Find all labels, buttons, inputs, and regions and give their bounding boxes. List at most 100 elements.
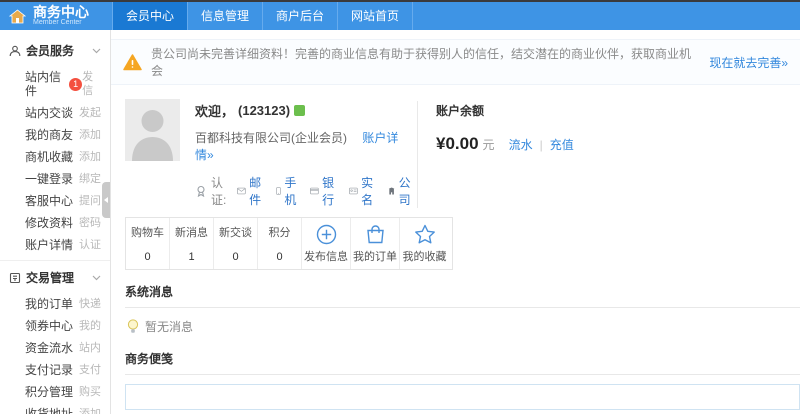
sidebar-item-orders[interactable]: 我的订单 快递 <box>0 293 110 315</box>
layout: 会员服务 站内信件 1 发信 站内交谈 发起 我的商友 添加 商机收藏 添加 一… <box>0 30 800 414</box>
sidebar-item-onekey-login[interactable]: 一键登录 绑定 <box>0 168 110 190</box>
sidebar-action-add-contact[interactable]: 添加 <box>79 128 101 142</box>
home-icon <box>9 8 26 24</box>
sidebar-action-start-chat[interactable]: 发起 <box>79 106 101 120</box>
top-nav: 会员中心 信息管理 商户后台 网站首页 <box>112 2 414 30</box>
sidebar-section-title: 交易管理 <box>26 271 75 285</box>
stat-cart[interactable]: 购物车 0 <box>126 218 170 269</box>
cert-item-phone: 手机 <box>276 174 299 208</box>
sidebar-item-funds-flow[interactable]: 资金流水 站内 <box>0 337 110 359</box>
sidebar-item-chat[interactable]: 站内交谈 发起 <box>0 102 110 124</box>
plus-circle-icon <box>316 224 336 244</box>
id-card-icon <box>349 187 359 195</box>
sidebar-action-ask[interactable]: 提问 <box>79 194 101 208</box>
sidebar-action-bind[interactable]: 绑定 <box>79 172 101 186</box>
logo[interactable]: 商务中心 Member Center <box>0 2 112 30</box>
sidebar-item-points[interactable]: 积分管理 购买 <box>0 381 110 403</box>
tab-member-center[interactable]: 会员中心 <box>112 2 189 30</box>
system-messages-section: 系统消息 暂无消息 <box>125 283 800 337</box>
stat-cart-value: 0 <box>144 251 151 263</box>
tab-merchant-backend[interactable]: 商户后台 <box>263 2 339 30</box>
welcome-prefix: 欢迎， <box>195 104 235 119</box>
sidebar-item-mail[interactable]: 站内信件 1 发信 <box>0 66 110 102</box>
cert-bank-link[interactable]: 银行 <box>322 174 338 208</box>
sidebar-section-trade-management[interactable]: 交易管理 <box>0 260 110 293</box>
stat-points[interactable]: 积分 0 <box>258 218 302 269</box>
sidebar-action-onsite[interactable]: 站内 <box>79 341 101 355</box>
system-messages-empty: 暂无消息 <box>125 308 800 337</box>
company-line: 百都科技有限公司(企业会员) 账户详情» <box>195 129 411 163</box>
stats-box: 购物车 0 新消息 1 新交谈 0 积分 0 发布信息 我的订单 我的收藏 <box>125 217 453 270</box>
warning-icon <box>123 53 142 71</box>
medal-icon <box>195 185 207 197</box>
stat-new-messages[interactable]: 新消息 1 <box>170 218 214 269</box>
clipboard-icon <box>9 272 21 284</box>
publish-info-button[interactable]: 发布信息 <box>302 218 351 269</box>
main-content: 贵公司尚未完善详细资料！完善的商业信息有助于获得别人的信任，结交潜在的商业伙伴，… <box>111 30 800 414</box>
app-root: 商务中心 Member Center 会员中心 信息管理 商户后台 网站首页 会… <box>0 0 800 414</box>
memo-section: 商务便笺 更 新 [可记录一些文字备忘，限5000字] <box>125 350 800 414</box>
memo-textarea[interactable] <box>125 384 800 410</box>
sidebar-item-account-detail[interactable]: 账户详情 认证 <box>0 234 110 256</box>
profile-info: 欢迎， (123123) 百都科技有限公司(企业会员) 账户详情» 认证: 邮件… <box>195 99 411 208</box>
my-favorites-button[interactable]: 我的收藏 <box>400 218 449 269</box>
sidebar-action-password[interactable]: 密码 <box>79 216 101 230</box>
funds-flow-link[interactable]: 流水 <box>509 136 533 153</box>
sidebar-action-mine[interactable]: 我的 <box>79 319 101 333</box>
profile-row: 欢迎， (123123) 百都科技有限公司(企业会员) 账户详情» 认证: 邮件… <box>111 85 800 208</box>
link-separator: | <box>539 138 543 152</box>
chevron-down-icon <box>92 275 101 281</box>
person-icon <box>9 45 21 57</box>
sidebar-section-title: 会员服务 <box>26 44 75 58</box>
my-orders-button[interactable]: 我的订单 <box>351 218 400 269</box>
tab-site-home[interactable]: 网站首页 <box>338 2 414 30</box>
sidebar-action-certify[interactable]: 认证 <box>79 238 101 252</box>
logo-title: 商务中心 <box>33 4 89 20</box>
tab-info-management[interactable]: 信息管理 <box>188 2 264 30</box>
sidebar-action-pay[interactable]: 支付 <box>79 363 101 377</box>
sidebar-item-payment-records[interactable]: 支付记录 支付 <box>0 359 110 381</box>
cert-realname-link[interactable]: 实名 <box>361 174 377 208</box>
recharge-link[interactable]: 充值 <box>550 136 574 153</box>
envelope-icon <box>237 187 246 195</box>
complete-profile-link[interactable]: 现在就去完善» <box>709 54 788 71</box>
cert-line: 认证: 邮件 手机 银行 实名 公司 <box>195 174 411 208</box>
collapse-left-icon <box>104 197 108 203</box>
cert-company-link[interactable]: 公司 <box>399 174 415 208</box>
sidebar-action-add-address[interactable]: 添加 <box>79 407 101 414</box>
sidebar-action-send-mail[interactable]: 发信 <box>82 70 101 98</box>
star-icon <box>414 224 435 243</box>
stat-chats-value: 0 <box>232 251 239 263</box>
stat-messages-value: 1 <box>188 251 195 263</box>
sidebar-item-coupons[interactable]: 领券中心 我的 <box>0 315 110 337</box>
sidebar-item-service-center[interactable]: 客服中心 提问 <box>0 190 110 212</box>
top-header: 商务中心 Member Center 会员中心 信息管理 商户后台 网站首页 <box>0 0 800 30</box>
sidebar-collapse-handle[interactable] <box>102 182 110 218</box>
sidebar: 会员服务 站内信件 1 发信 站内交谈 发起 我的商友 添加 商机收藏 添加 一… <box>0 30 111 414</box>
cert-item-bank: 银行 <box>310 174 338 208</box>
sidebar-action-express[interactable]: 快递 <box>79 297 101 311</box>
shopping-bag-icon <box>366 224 384 243</box>
sidebar-item-contacts[interactable]: 我的商友 添加 <box>0 124 110 146</box>
company-name: 百都科技有限公司(企业会员) <box>195 131 347 145</box>
sidebar-item-edit-profile[interactable]: 修改资料 密码 <box>0 212 110 234</box>
mobile-phone-icon <box>276 187 282 195</box>
cert-item-email: 邮件 <box>237 174 265 208</box>
cert-phone-link[interactable]: 手机 <box>284 174 299 208</box>
online-status-icon <box>294 105 306 116</box>
sidebar-item-favorites[interactable]: 商机收藏 添加 <box>0 146 110 168</box>
cert-label: 认证: <box>211 176 227 207</box>
sidebar-action-add-favorite[interactable]: 添加 <box>79 150 101 164</box>
sidebar-section-member-services[interactable]: 会员服务 <box>0 34 110 66</box>
sidebar-item-address[interactable]: 收货地址 添加 <box>0 403 110 414</box>
cert-email-link[interactable]: 邮件 <box>249 174 265 208</box>
system-messages-title: 系统消息 <box>125 283 800 308</box>
bank-card-icon <box>310 187 320 195</box>
stat-new-chats[interactable]: 新交谈 0 <box>214 218 258 269</box>
sidebar-action-buy[interactable]: 购买 <box>79 385 101 399</box>
chevron-down-icon <box>92 48 101 54</box>
avatar[interactable] <box>125 99 180 161</box>
cert-item-realname: 实名 <box>349 174 377 208</box>
stat-points-value: 0 <box>276 251 283 263</box>
banner-text: 贵公司尚未完善详细资料！完善的商业信息有助于获得别人的信任，结交潜在的商业伙伴，… <box>151 47 692 78</box>
